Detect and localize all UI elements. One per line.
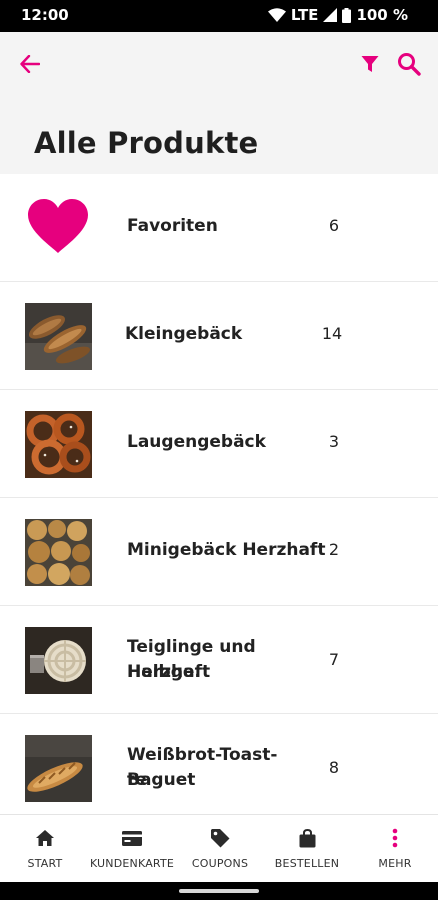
nav-label: KUNDENKARTE bbox=[89, 857, 175, 870]
category-count: 3 bbox=[328, 432, 340, 451]
category-label: Minigebäck Herzhaft bbox=[127, 540, 326, 560]
status-bar: 12:00 LTE 100 % bbox=[0, 0, 438, 32]
search-icon bbox=[398, 53, 421, 76]
filter-icon bbox=[361, 56, 379, 72]
nav-start[interactable]: START bbox=[14, 815, 76, 882]
card-icon bbox=[122, 830, 142, 846]
nav-coupons[interactable]: COUPONS bbox=[188, 815, 252, 882]
network-type: LTE bbox=[290, 6, 319, 24]
nav-label: START bbox=[27, 857, 63, 870]
category-count: 14 bbox=[321, 324, 343, 343]
category-row-kleingebaeck[interactable]: Kleingebäck 14 bbox=[0, 282, 438, 390]
nav-mehr[interactable]: MEHR bbox=[366, 815, 424, 882]
nav-bestellen[interactable]: BESTELLEN bbox=[270, 815, 344, 882]
category-row-laugengebaeck[interactable]: Laugengebäck 3 bbox=[0, 390, 438, 498]
product-image bbox=[25, 735, 92, 802]
category-row-minigebaeck-herzhaft[interactable]: Minigebäck Herzhaft 2 bbox=[0, 498, 438, 606]
category-label-line2: Herzhaft bbox=[127, 662, 211, 682]
signal-icon bbox=[323, 8, 338, 22]
category-label: Favoriten bbox=[127, 216, 218, 236]
product-image bbox=[25, 519, 92, 586]
category-row-teiglinge[interactable]: Teiglinge und Halbge. Herzhaft 7 bbox=[0, 606, 438, 714]
status-indicators: LTE 100 % bbox=[267, 6, 408, 24]
page-title: Alle Produkte bbox=[34, 126, 259, 160]
category-label-line2: te bbox=[127, 770, 147, 790]
nav-label: BESTELLEN bbox=[274, 857, 340, 870]
nav-label: MEHR bbox=[378, 857, 412, 870]
tag-icon bbox=[211, 829, 230, 848]
product-image bbox=[25, 627, 92, 694]
status-time: 12:00 bbox=[21, 6, 69, 24]
nav-kundenkarte[interactable]: KUNDENKARTE bbox=[86, 815, 178, 882]
product-image bbox=[25, 303, 92, 370]
category-label: Kleingebäck bbox=[125, 324, 243, 344]
category-count: 7 bbox=[328, 650, 340, 669]
wifi-icon bbox=[267, 8, 286, 22]
more-vertical-icon bbox=[392, 828, 398, 848]
app-screen: Alle Produkte Favoriten 6 Kleingebäck 14… bbox=[0, 32, 438, 882]
nav-label: COUPONS bbox=[191, 857, 249, 870]
arrow-left-icon bbox=[20, 55, 40, 73]
category-label: Laugengebäck bbox=[127, 432, 266, 452]
category-row-favoriten[interactable]: Favoriten 6 bbox=[0, 174, 438, 282]
home-icon bbox=[36, 830, 54, 846]
category-count: 8 bbox=[328, 758, 340, 777]
category-count: 2 bbox=[328, 540, 340, 559]
battery-level: 100 % bbox=[356, 6, 408, 24]
category-row-weissbrot[interactable]: Weißbrot-Toast-Baguet te 8 bbox=[0, 714, 438, 822]
battery-icon bbox=[342, 7, 352, 23]
header: Alle Produkte bbox=[0, 32, 438, 174]
shopping-bag-icon bbox=[299, 828, 315, 847]
bottom-navigation: START KUNDENKARTE COUPONS BESTELLEN MEHR bbox=[0, 814, 438, 882]
heart-icon bbox=[28, 199, 88, 253]
back-button[interactable] bbox=[14, 48, 46, 80]
gesture-bar bbox=[0, 882, 438, 900]
filter-button[interactable] bbox=[355, 48, 385, 80]
search-button[interactable] bbox=[393, 48, 425, 80]
product-image bbox=[25, 411, 92, 478]
home-gesture-handle[interactable] bbox=[179, 889, 259, 893]
category-list: Favoriten 6 Kleingebäck 14 Laugengebäck … bbox=[0, 174, 438, 822]
category-count: 6 bbox=[328, 216, 340, 235]
